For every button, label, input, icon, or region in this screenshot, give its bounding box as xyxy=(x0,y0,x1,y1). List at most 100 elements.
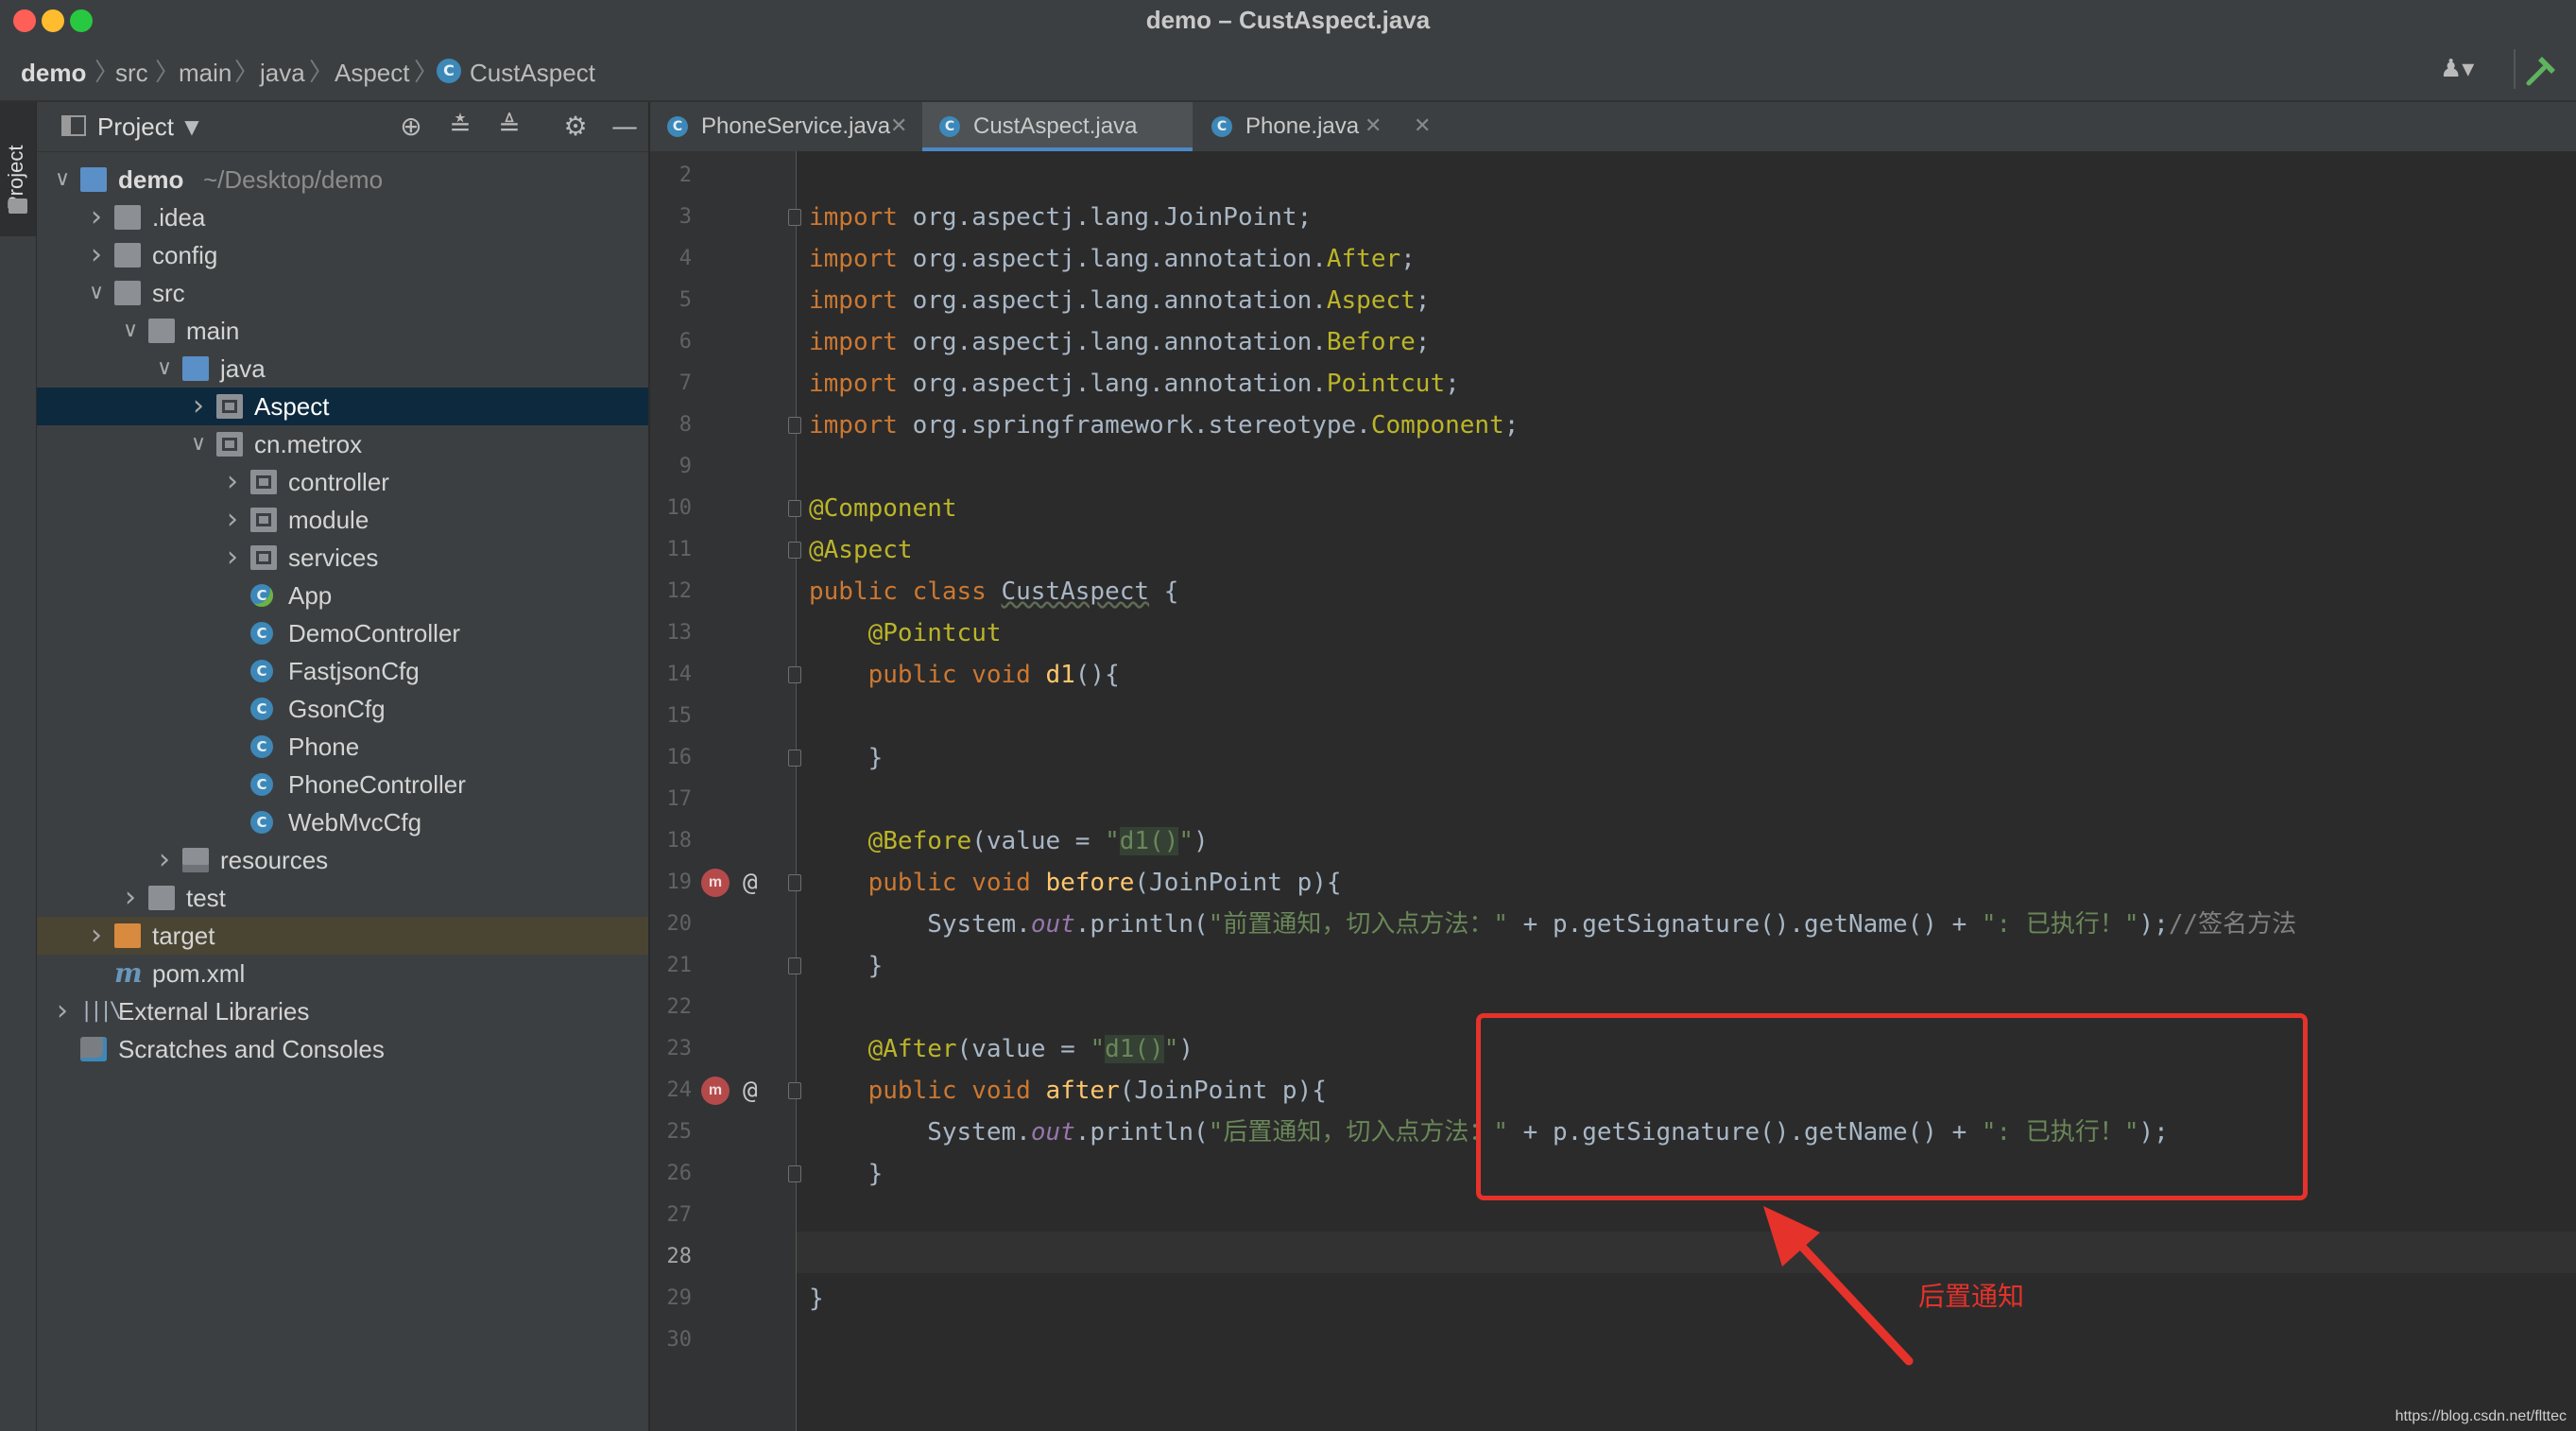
folder-icon xyxy=(148,319,175,343)
breadcrumb-item[interactable]: main xyxy=(179,40,232,100)
close-icon[interactable]: ✕ xyxy=(1414,102,1431,151)
chevron-right-icon[interactable]: › xyxy=(86,917,107,955)
tab-custaspect[interactable]: C CustAspect.java ✕ xyxy=(922,102,1431,151)
tree-item-src[interactable]: ∨ src xyxy=(37,274,648,312)
code-line[interactable]: import org.springframework.stereotype.Co… xyxy=(809,405,1519,446)
fold-marker-icon[interactable] xyxy=(788,750,801,767)
advised-method-icon[interactable]: m xyxy=(701,869,730,897)
code-line[interactable]: import org.aspectj.lang.annotation.After… xyxy=(809,238,1416,280)
code-editor[interactable]: 2 3 4 5 6 7 8 9 10 11 12 13 14 15 16 17 18 19 20 21 22 23 24 25… xyxy=(650,151,2576,1431)
annotation-gutter-icon[interactable]: @ xyxy=(743,862,769,904)
chevron-down-icon[interactable]: ∨ xyxy=(120,312,141,350)
code-line[interactable]: @Aspect xyxy=(809,529,913,571)
code-line[interactable]: } xyxy=(809,737,884,779)
tree-item-controller[interactable]: › controller xyxy=(37,463,648,501)
chevron-right-icon[interactable]: › xyxy=(222,463,243,501)
code-line[interactable]: public void after(JoinPoint p){ xyxy=(809,1070,1327,1112)
chevron-right-icon[interactable]: › xyxy=(86,236,107,274)
code-line[interactable]: import org.aspectj.lang.annotation.Aspec… xyxy=(809,280,1430,321)
tree-item-module[interactable]: › module xyxy=(37,501,648,539)
code-line[interactable]: } xyxy=(809,1153,884,1195)
chevron-down-icon[interactable]: ∨ xyxy=(52,161,73,198)
code-line[interactable]: } xyxy=(809,1278,824,1319)
chevron-down-icon[interactable]: ∨ xyxy=(154,350,175,388)
code-line[interactable]: public void d1(){ xyxy=(809,654,1120,696)
fold-marker-icon[interactable] xyxy=(788,542,801,559)
close-icon[interactable]: ✕ xyxy=(890,102,907,151)
expand-all-icon[interactable]: ≛ xyxy=(445,112,475,142)
code-line[interactable]: @Pointcut xyxy=(809,612,1002,654)
locate-file-icon[interactable]: ⊕ xyxy=(396,112,426,142)
hide-panel-icon[interactable]: — xyxy=(610,112,640,142)
fold-marker-icon[interactable] xyxy=(788,1082,801,1099)
tree-item-label: Scratches and Consoles xyxy=(118,1035,385,1063)
project-panel-header: Project ▼ ⊕ ≛ ≜ ⚙ — xyxy=(37,102,648,152)
tab-phoneservice[interactable]: C PhoneService.java ✕ xyxy=(650,102,920,151)
tree-item-aspect[interactable]: › Aspect xyxy=(37,388,648,425)
tree-item-phone[interactable]: C Phone xyxy=(37,728,648,766)
chevron-right-icon[interactable]: › xyxy=(120,879,141,917)
chevron-right-icon[interactable]: › xyxy=(222,539,243,577)
tree-item-democontroller[interactable]: C DemoController xyxy=(37,614,648,652)
fold-marker-icon[interactable] xyxy=(788,1165,801,1182)
tree-item-phonecontroller[interactable]: C PhoneController xyxy=(37,766,648,803)
tree-item-target[interactable]: › target xyxy=(37,917,648,955)
fold-marker-icon[interactable] xyxy=(788,666,801,683)
code-line[interactable]: public void before(JoinPoint p){ xyxy=(809,862,1342,904)
code-line[interactable]: @Component xyxy=(809,488,957,529)
fold-marker-icon[interactable] xyxy=(788,874,801,891)
build-hammer-icon[interactable] xyxy=(2525,55,2557,87)
fold-marker-icon[interactable] xyxy=(788,500,801,517)
project-panel-title[interactable]: Project xyxy=(97,102,174,151)
annotation-gutter-icon[interactable]: @ xyxy=(743,1070,769,1112)
breadcrumb-item[interactable]: Aspect xyxy=(335,40,410,100)
tree-item-java[interactable]: ∨ java xyxy=(37,350,648,388)
tree-item-gsoncfg[interactable]: C GsonCfg xyxy=(37,690,648,728)
project-tool-button[interactable]: Project xyxy=(0,102,36,236)
breadcrumb-item[interactable]: demo xyxy=(21,40,86,100)
tree-item-resources[interactable]: › resources xyxy=(37,841,648,879)
collapse-all-icon[interactable]: ≜ xyxy=(494,112,524,142)
code-line[interactable]: System.out.println("前置通知，切入点方法：" + p.get… xyxy=(809,904,2296,945)
tree-item-demo[interactable]: ∨ demo ~/Desktop/demo xyxy=(37,161,648,198)
tree-item-app[interactable]: C App xyxy=(37,577,648,614)
fold-marker-icon[interactable] xyxy=(788,957,801,974)
tree-item-external-libraries[interactable]: › |||\ External Libraries xyxy=(37,992,648,1030)
fold-marker-icon[interactable] xyxy=(788,209,801,226)
close-icon[interactable]: ✕ xyxy=(1365,102,1382,151)
chevron-down-icon[interactable]: ▼ xyxy=(177,112,207,142)
class-icon: C xyxy=(667,116,688,137)
tab-phone[interactable]: C Phone.java ✕ xyxy=(1194,102,1412,151)
tree-item-fastjsoncfg[interactable]: C FastjsonCfg xyxy=(37,652,648,690)
tree-item-cn-metrox[interactable]: ∨ cn.metrox xyxy=(37,425,648,463)
code-line[interactable]: @Before(value = "d1()") xyxy=(809,820,1209,862)
tree-item-config[interactable]: › config xyxy=(37,236,648,274)
code-line[interactable]: import org.aspectj.lang.annotation.Befor… xyxy=(809,321,1430,363)
breadcrumb-item[interactable]: java xyxy=(260,40,305,100)
code-line[interactable]: import org.aspectj.lang.JoinPoint; xyxy=(809,197,1312,238)
breadcrumb-item[interactable]: CustAspect xyxy=(470,40,595,100)
breadcrumb-item[interactable]: src xyxy=(115,40,148,100)
code-line[interactable]: } xyxy=(809,945,884,987)
gear-icon[interactable]: ⚙ xyxy=(560,112,591,142)
tree-item-scratches-and-consoles[interactable]: Scratches and Consoles xyxy=(37,1030,648,1068)
code-line[interactable]: public class CustAspect { xyxy=(809,571,1178,612)
user-account-icon[interactable]: ♟▾ xyxy=(2440,55,2487,85)
code-line[interactable]: import org.aspectj.lang.annotation.Point… xyxy=(809,363,1460,405)
chevron-right-icon[interactable]: › xyxy=(86,198,107,236)
chevron-right-icon[interactable]: › xyxy=(52,992,73,1030)
tree-item-test[interactable]: › test xyxy=(37,879,648,917)
fold-marker-icon[interactable] xyxy=(788,417,801,434)
chevron-right-icon[interactable]: › xyxy=(222,501,243,539)
tree-item-webmvccfg[interactable]: C WebMvcCfg xyxy=(37,803,648,841)
chevron-down-icon[interactable]: ∨ xyxy=(188,425,209,463)
chevron-down-icon[interactable]: ∨ xyxy=(86,274,107,312)
code-line[interactable]: @After(value = "d1()") xyxy=(809,1028,1194,1070)
tree-item-main[interactable]: ∨ main xyxy=(37,312,648,350)
tree-item-idea[interactable]: › .idea xyxy=(37,198,648,236)
advised-method-icon[interactable]: m xyxy=(701,1077,730,1105)
tree-item-services[interactable]: › services xyxy=(37,539,648,577)
chevron-right-icon[interactable]: › xyxy=(188,388,209,425)
chevron-right-icon[interactable]: › xyxy=(154,841,175,879)
tree-item-pom-xml[interactable]: m pom.xml xyxy=(37,955,648,992)
